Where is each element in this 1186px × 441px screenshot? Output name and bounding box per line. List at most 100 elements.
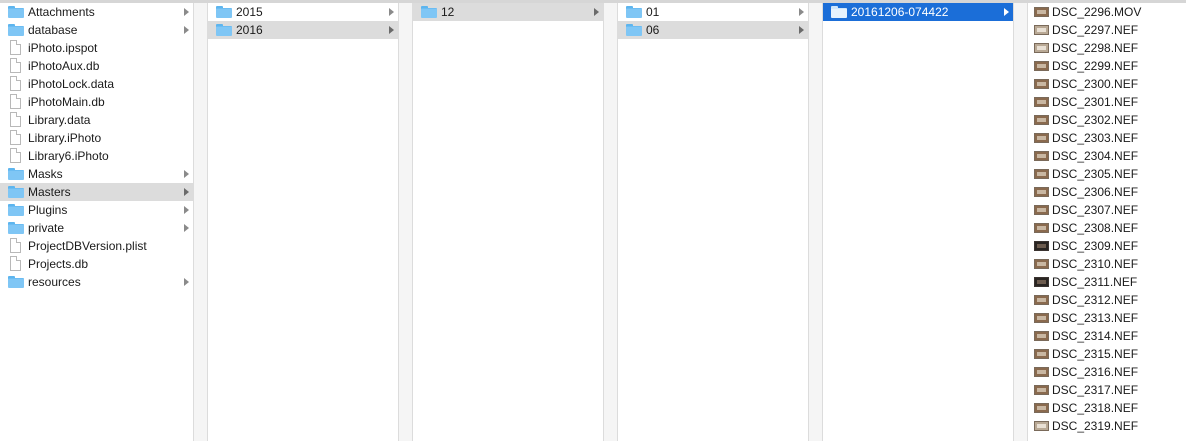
image-thumbnail-icon	[1034, 97, 1049, 107]
file-row[interactable]: DSC_2306.NEF	[1028, 183, 1186, 201]
folder-icon	[216, 24, 232, 36]
item-label: iPhotoMain.db	[28, 95, 105, 109]
list-item[interactable]: 12	[413, 3, 603, 21]
item-label: 2016	[236, 23, 263, 37]
list-item[interactable]: resources	[0, 273, 193, 291]
file-name: DSC_2299.NEF	[1052, 59, 1139, 73]
file-row[interactable]: DSC_2312.NEF	[1028, 291, 1186, 309]
image-thumbnail-icon	[1034, 403, 1049, 413]
file-name: DSC_2296.MOV	[1052, 5, 1142, 19]
file-name: DSC_2308.NEF	[1052, 221, 1139, 235]
item-label: 20161206-074422	[851, 5, 949, 19]
file-name: DSC_2303.NEF	[1052, 131, 1139, 145]
disclosure-arrow-icon	[389, 26, 394, 34]
image-thumbnail-icon	[1034, 151, 1049, 161]
item-label: Projects.db	[28, 257, 89, 271]
disclosure-arrow-icon	[184, 170, 189, 178]
list-item[interactable]: Attachments	[0, 3, 193, 21]
column-files[interactable]: DSC_2296.MOV DSC_2297.NEF DSC_2298.NEF DSC_…	[1028, 3, 1186, 441]
file-row[interactable]: DSC_2309.NEF	[1028, 237, 1186, 255]
file-row[interactable]: DSC_2296.MOV	[1028, 3, 1186, 21]
item-label: iPhotoLock.data	[28, 77, 115, 91]
image-thumbnail-icon	[1034, 331, 1049, 341]
item-label: Library6.iPhoto	[28, 149, 109, 163]
file-row[interactable]: DSC_2299.NEF	[1028, 57, 1186, 75]
item-label: private	[28, 221, 65, 235]
column-masters[interactable]: 2015 2016	[208, 3, 399, 441]
document-icon	[10, 112, 21, 127]
disclosure-arrow-icon	[184, 26, 189, 34]
file-row[interactable]: DSC_2316.NEF	[1028, 363, 1186, 381]
file-row[interactable]: DSC_2311.NEF	[1028, 273, 1186, 291]
folder-icon	[8, 168, 24, 180]
list-item[interactable]: Masters	[0, 183, 193, 201]
list-item[interactable]: private	[0, 219, 193, 237]
list-item[interactable]: ProjectDBVersion.plist	[0, 237, 193, 255]
list-item[interactable]: iPhoto.ipspot	[0, 39, 193, 57]
file-name: DSC_2310.NEF	[1052, 257, 1139, 271]
file-row[interactable]: DSC_2310.NEF	[1028, 255, 1186, 273]
list-item[interactable]: Projects.db	[0, 255, 193, 273]
item-label: Attachments	[28, 5, 95, 19]
file-row[interactable]: DSC_2314.NEF	[1028, 327, 1186, 345]
list-item[interactable]: Library.iPhoto	[0, 129, 193, 147]
item-label: Library.data	[28, 113, 91, 127]
column-gutter	[604, 3, 618, 441]
document-icon	[10, 148, 21, 163]
list-item[interactable]: Library6.iPhoto	[0, 147, 193, 165]
file-row[interactable]: DSC_2302.NEF	[1028, 111, 1186, 129]
file-row[interactable]: DSC_2308.NEF	[1028, 219, 1186, 237]
list-item[interactable]: iPhotoLock.data	[0, 75, 193, 93]
list-item[interactable]: database	[0, 21, 193, 39]
disclosure-arrow-icon	[799, 26, 804, 34]
column-12[interactable]: 01 06	[618, 3, 809, 441]
list-item[interactable]: iPhotoMain.db	[0, 93, 193, 111]
document-icon	[10, 238, 21, 253]
item-label: ProjectDBVersion.plist	[28, 239, 147, 253]
folder-icon	[8, 186, 24, 198]
image-thumbnail-icon	[1034, 205, 1049, 215]
column-2016[interactable]: 12	[413, 3, 604, 441]
video-thumbnail-icon	[1034, 7, 1049, 17]
folder-icon	[626, 6, 642, 18]
image-thumbnail-icon	[1034, 421, 1049, 431]
item-label: Plugins	[28, 203, 68, 217]
file-row[interactable]: DSC_2315.NEF	[1028, 345, 1186, 363]
list-item[interactable]: iPhotoAux.db	[0, 57, 193, 75]
file-row[interactable]: DSC_2300.NEF	[1028, 75, 1186, 93]
folder-icon	[8, 222, 24, 234]
file-row[interactable]: DSC_2303.NEF	[1028, 129, 1186, 147]
list-item[interactable]: 20161206-074422	[823, 3, 1013, 21]
item-label: 06	[646, 23, 660, 37]
file-row[interactable]: DSC_2313.NEF	[1028, 309, 1186, 327]
file-row[interactable]: DSC_2317.NEF	[1028, 381, 1186, 399]
list-item[interactable]: 06	[618, 21, 808, 39]
document-icon	[10, 76, 21, 91]
file-row[interactable]: DSC_2305.NEF	[1028, 165, 1186, 183]
list-item[interactable]: 2015	[208, 3, 398, 21]
folder-icon	[8, 204, 24, 216]
image-thumbnail-icon	[1034, 115, 1049, 125]
column-06[interactable]: 20161206-074422	[823, 3, 1014, 441]
file-row[interactable]: DSC_2298.NEF	[1028, 39, 1186, 57]
list-item[interactable]: Masks	[0, 165, 193, 183]
list-item[interactable]: 2016	[208, 21, 398, 39]
file-row[interactable]: DSC_2301.NEF	[1028, 93, 1186, 111]
file-row[interactable]: DSC_2297.NEF	[1028, 21, 1186, 39]
image-thumbnail-icon	[1034, 277, 1049, 287]
image-thumbnail-icon	[1034, 61, 1049, 71]
file-row[interactable]: DSC_2319.NEF	[1028, 417, 1186, 435]
column-library[interactable]: Attachments database iPhoto.ipspot iPhotoAu…	[0, 3, 194, 441]
item-label: iPhotoAux.db	[28, 59, 100, 73]
list-item[interactable]: 01	[618, 3, 808, 21]
file-row[interactable]: DSC_2304.NEF	[1028, 147, 1186, 165]
list-item[interactable]: Plugins	[0, 201, 193, 219]
file-row[interactable]: DSC_2307.NEF	[1028, 201, 1186, 219]
image-thumbnail-icon	[1034, 385, 1049, 395]
file-name: DSC_2315.NEF	[1052, 347, 1139, 361]
item-label: 12	[441, 5, 455, 19]
disclosure-arrow-icon	[389, 8, 394, 16]
disclosure-arrow-icon	[184, 278, 189, 286]
file-row[interactable]: DSC_2318.NEF	[1028, 399, 1186, 417]
list-item[interactable]: Library.data	[0, 111, 193, 129]
